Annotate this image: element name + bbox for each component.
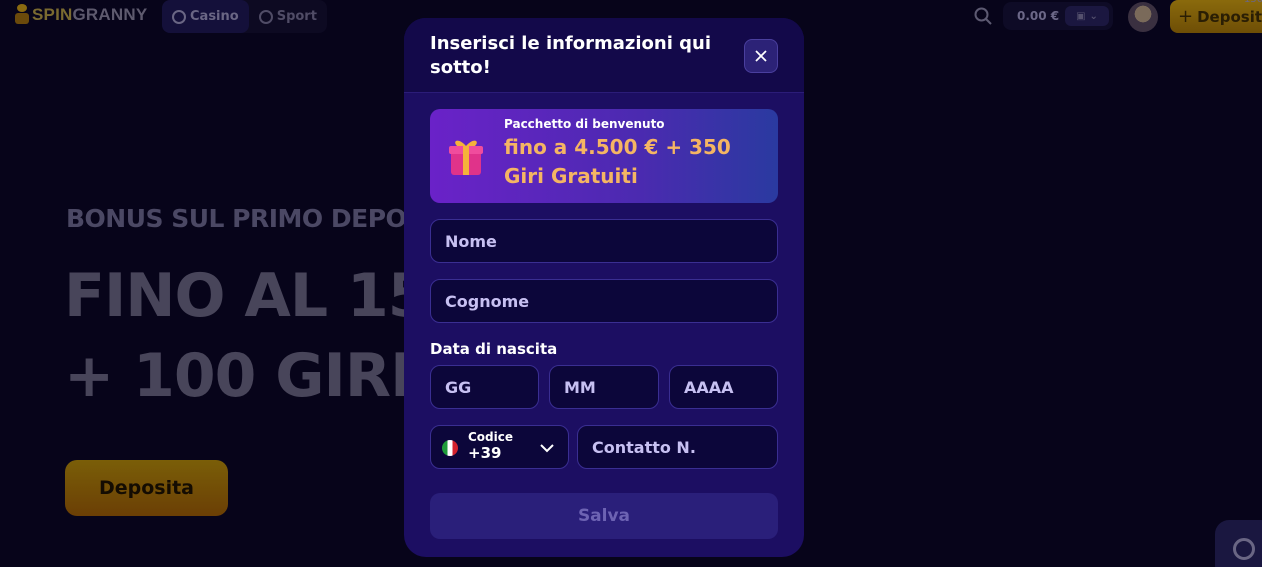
gift-count-badge: 150 [1244, 0, 1262, 5]
italy-flag-icon [442, 440, 458, 456]
dob-month-field[interactable]: MM [549, 365, 659, 409]
logo-text-granny: GRANNY [72, 5, 148, 24]
casino-chip-icon [172, 9, 186, 24]
chevron-down-icon: ⌄ [1089, 10, 1098, 22]
dob-label: Data di nascita [430, 340, 558, 358]
football-icon [258, 9, 273, 24]
balance-amount: 0.00 € [1017, 9, 1060, 23]
modal-header: Inserisci le informazioni qui sotto! [404, 18, 804, 93]
tab-sport-label: Sport [276, 9, 317, 24]
tab-casino-label: Casino [190, 9, 239, 24]
logo-text: SPINGRANNY [32, 5, 147, 25]
nav-tabs: Casino Sport [162, 0, 327, 33]
phone-number-placeholder: Contatto N. [592, 437, 696, 457]
gift-icon [449, 140, 483, 175]
tab-casino[interactable]: Casino [162, 0, 249, 33]
logo-text-spin: SPIN [32, 5, 73, 24]
logo[interactable]: SPINGRANNY [14, 4, 147, 26]
hero-deposit-button[interactable]: Deposita [65, 460, 228, 516]
first-name-field[interactable]: Nome [430, 219, 778, 263]
promo-label: Pacchetto di benvenuto [504, 117, 665, 131]
plus-icon: + [1178, 6, 1194, 27]
promo-value: fino a 4.500 € + 350 Giri Gratuiti [504, 135, 731, 188]
dob-year-placeholder: AAAA [684, 377, 734, 397]
gift-small-icon: ▣ [1076, 10, 1086, 22]
phone-code-select[interactable]: Codice +39 [430, 425, 569, 469]
close-button[interactable] [744, 39, 778, 73]
tab-sport[interactable]: Sport [249, 0, 327, 33]
welcome-package-banner: Pacchetto di benvenuto fino a 4.500 € + … [430, 109, 778, 203]
phone-code-label: Codice [468, 430, 514, 444]
deposit-button-label: Deposito [1197, 7, 1262, 26]
search-icon[interactable] [973, 6, 993, 26]
dob-month-placeholder: MM [564, 377, 596, 397]
granny-logo-icon [14, 4, 30, 26]
dob-day-field[interactable]: GG [430, 365, 539, 409]
last-name-field[interactable]: Cognome [430, 279, 778, 323]
close-icon [755, 50, 767, 62]
save-button[interactable]: Salva [430, 493, 778, 539]
balance-display[interactable]: 0.00 € ▣ ⌄ [1003, 2, 1113, 30]
avatar[interactable] [1128, 2, 1158, 32]
support-chat-icon[interactable] [1215, 520, 1262, 567]
dob-day-placeholder: GG [445, 377, 472, 397]
modal-title: Inserisci le informazioni qui sotto! [430, 33, 712, 78]
last-name-placeholder: Cognome [445, 291, 530, 311]
chevron-down-icon [540, 444, 554, 453]
phone-number-field[interactable]: Contatto N. [577, 425, 778, 469]
currency-selector[interactable]: ▣ ⌄ [1065, 6, 1109, 26]
first-name-placeholder: Nome [445, 231, 497, 251]
dob-year-field[interactable]: AAAA [669, 365, 778, 409]
info-modal: Inserisci le informazioni qui sotto! Pac… [404, 18, 804, 557]
phone-code-value: +39 [468, 444, 502, 462]
